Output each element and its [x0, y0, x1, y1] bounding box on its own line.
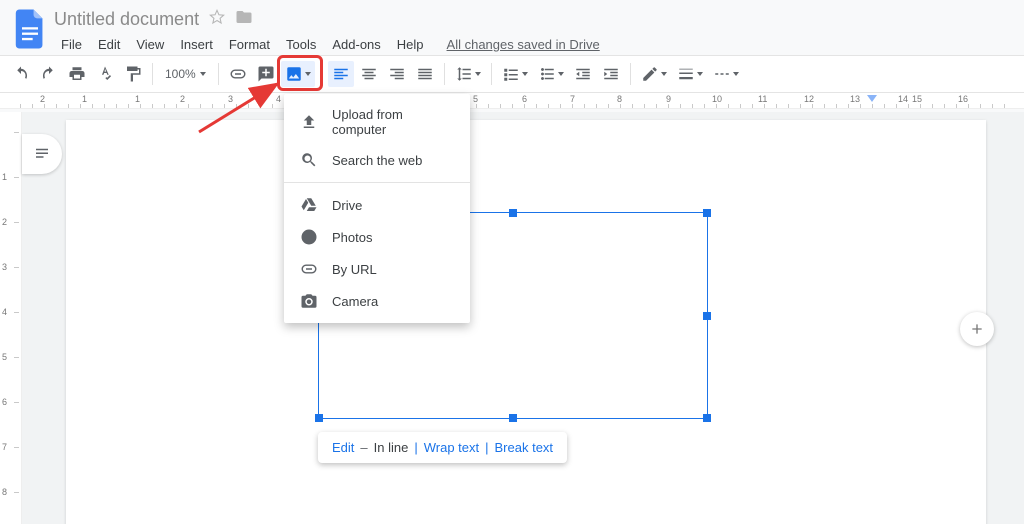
camera-icon — [300, 292, 318, 310]
toolbar: 100% — [0, 55, 1024, 93]
insert-image-menu: Upload from computer Search the web Driv… — [284, 94, 470, 323]
menu-item-label: Camera — [332, 294, 378, 309]
explore-button[interactable] — [960, 312, 994, 346]
vertical-ruler[interactable]: 123456789 — [0, 112, 22, 524]
document-title[interactable]: Untitled document — [54, 9, 199, 30]
document-outline-button[interactable] — [22, 134, 62, 174]
bulleted-list-button[interactable] — [534, 61, 568, 87]
image-wrap-option[interactable]: Wrap text — [424, 440, 479, 455]
decrease-indent-button[interactable] — [570, 61, 596, 87]
spellcheck-button[interactable] — [92, 61, 118, 87]
star-icon[interactable] — [209, 9, 225, 30]
undo-button[interactable] — [8, 61, 34, 87]
image-options-toolbar: Edit – In line | Wrap text | Break text — [318, 432, 567, 463]
indent-marker-icon[interactable] — [867, 95, 877, 102]
print-button[interactable] — [64, 61, 90, 87]
workspace: 123456789 Edit – In line | Wrap text | B… — [0, 112, 1024, 524]
menu-camera[interactable]: Camera — [284, 285, 470, 317]
horizontal-ruler[interactable]: 2112345678910111213141516 — [0, 93, 1024, 109]
line-spacing-button[interactable] — [451, 61, 485, 87]
link-icon — [300, 260, 318, 278]
image-inline-option[interactable]: In line — [374, 440, 409, 455]
checklist-button[interactable] — [498, 61, 532, 87]
resize-handle[interactable] — [703, 414, 711, 422]
resize-handle[interactable] — [315, 414, 323, 422]
menu-photos[interactable]: Photos — [284, 221, 470, 253]
save-status[interactable]: All changes saved in Drive — [447, 37, 600, 52]
increase-indent-button[interactable] — [598, 61, 624, 87]
image-break-option[interactable]: Break text — [495, 440, 554, 455]
insert-image-button[interactable] — [281, 61, 315, 87]
add-comment-button[interactable] — [253, 61, 279, 87]
insert-link-button[interactable] — [225, 61, 251, 87]
titlebar: Untitled document File Edit View Insert … — [0, 0, 1024, 55]
document-page[interactable]: Edit – In line | Wrap text | Break text — [66, 120, 986, 524]
menu-drive[interactable]: Drive — [284, 189, 470, 221]
border-color-button[interactable] — [637, 61, 671, 87]
redo-button[interactable] — [36, 61, 62, 87]
move-folder-icon[interactable] — [235, 8, 253, 31]
resize-handle[interactable] — [703, 209, 711, 217]
menu-item-label: Photos — [332, 230, 372, 245]
docs-logo[interactable] — [10, 6, 50, 52]
upload-icon — [300, 113, 318, 131]
menu-item-label: Drive — [332, 198, 362, 213]
image-edit-link[interactable]: Edit — [332, 440, 354, 455]
menu-addons[interactable]: Add-ons — [325, 34, 387, 55]
menu-item-label: Search the web — [332, 153, 422, 168]
zoom-select[interactable]: 100% — [159, 67, 212, 81]
menu-upload-from-computer[interactable]: Upload from computer — [284, 100, 470, 144]
menu-item-label: By URL — [332, 262, 377, 277]
search-icon — [300, 151, 318, 169]
drive-icon — [300, 196, 318, 214]
photos-icon — [300, 228, 318, 246]
align-left-button[interactable] — [328, 61, 354, 87]
border-dash-button[interactable] — [709, 61, 743, 87]
menu-tools[interactable]: Tools — [279, 34, 323, 55]
align-right-button[interactable] — [384, 61, 410, 87]
resize-handle[interactable] — [703, 312, 711, 320]
menu-file[interactable]: File — [54, 34, 89, 55]
border-weight-button[interactable] — [673, 61, 707, 87]
align-center-button[interactable] — [356, 61, 382, 87]
menu-format[interactable]: Format — [222, 34, 277, 55]
resize-handle[interactable] — [509, 209, 517, 217]
paint-format-button[interactable] — [120, 61, 146, 87]
resize-handle[interactable] — [509, 414, 517, 422]
menu-item-label: Upload from computer — [332, 107, 450, 137]
zoom-value: 100% — [165, 67, 196, 81]
align-justify-button[interactable] — [412, 61, 438, 87]
menu-help[interactable]: Help — [390, 34, 431, 55]
menu-by-url[interactable]: By URL — [284, 253, 470, 285]
menu-search-the-web[interactable]: Search the web — [284, 144, 470, 176]
menu-view[interactable]: View — [129, 34, 171, 55]
menu-insert[interactable]: Insert — [173, 34, 220, 55]
menu-edit[interactable]: Edit — [91, 34, 127, 55]
menubar: File Edit View Insert Format Tools Add-o… — [54, 34, 600, 55]
